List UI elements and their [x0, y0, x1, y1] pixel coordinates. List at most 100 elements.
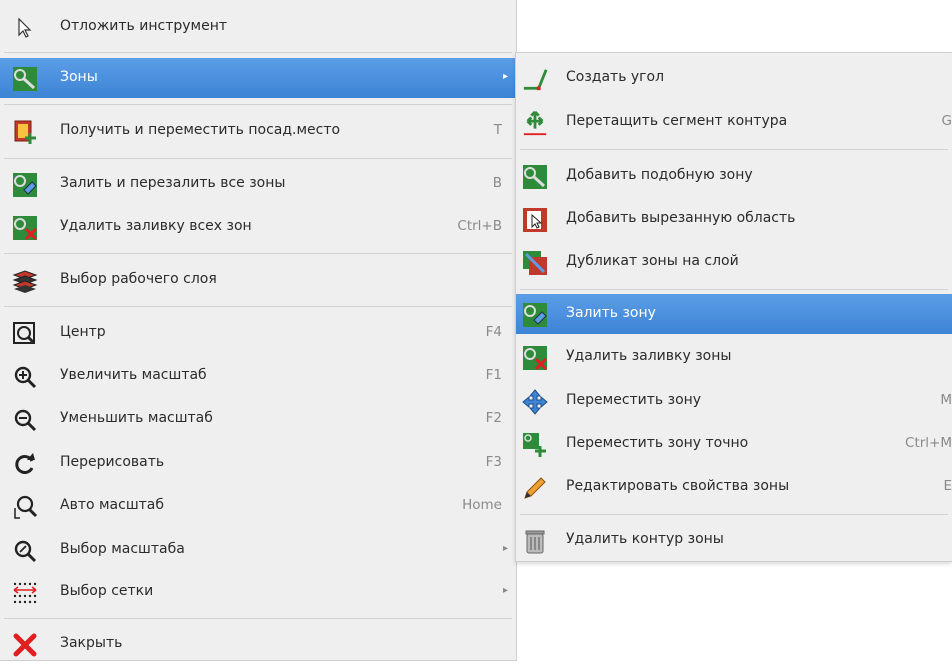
menu-item-label: Редактировать свойства зоны	[566, 478, 790, 494]
separator	[4, 104, 512, 105]
menu-item-label: Перерисовать	[60, 454, 165, 470]
menu-item-label: Создать угол	[566, 69, 665, 85]
shortcut: F3	[485, 454, 502, 470]
shortcut: E	[943, 478, 952, 494]
zone-icon	[12, 66, 38, 92]
menu-item-select-layer[interactable]: Выбор рабочего слоя	[0, 260, 516, 300]
move-icon	[522, 389, 548, 415]
shortcut: Home	[462, 497, 502, 513]
separator	[520, 289, 948, 290]
menu-item-zones[interactable]: Зоны ▸	[0, 58, 516, 98]
menu-item-move-zone[interactable]: Переместить зону M	[516, 381, 952, 421]
menu-item-delete-zone-outline[interactable]: Удалить контур зоны	[516, 520, 952, 560]
shortcut: F2	[485, 410, 502, 426]
menu-item-fill-zone[interactable]: Залить зону	[516, 294, 952, 334]
menu-item-zoom-auto[interactable]: Авто масштаб Home	[0, 486, 516, 526]
zoom-center-icon	[12, 321, 38, 347]
menu-item-grid-select[interactable]: Выбор сетки ▸	[0, 572, 516, 612]
menu-item-label: Залить зону	[566, 305, 656, 321]
menu-item-label: Переместить зону точно	[566, 435, 749, 451]
menu-item-close[interactable]: Закрыть	[0, 624, 516, 664]
context-menu: Отложить инструмент Зоны ▸ Получить и пе…	[0, 0, 517, 661]
menu-item-label: Выбор рабочего слоя	[60, 271, 217, 287]
shortcut: F1	[485, 367, 502, 383]
menu-item-fill-all-zones[interactable]: Залить и перезалить все зоны B	[0, 164, 516, 204]
zoom-out-icon	[12, 407, 38, 433]
separator	[4, 253, 512, 254]
separator	[4, 306, 512, 307]
menu-item-add-similar-zone[interactable]: Добавить подобную зону	[516, 156, 952, 196]
fill-zone-icon	[522, 302, 548, 328]
separator	[520, 149, 948, 150]
menu-item-label: Увеличить масштаб	[60, 367, 207, 383]
menu-item-label: Добавить подобную зону	[566, 167, 753, 183]
menu-item-center[interactable]: Центр F4	[0, 313, 516, 353]
menu-item-drag-segment[interactable]: Перетащить сегмент контура G	[516, 102, 952, 142]
menu-item-label: Зоны	[60, 69, 98, 85]
menu-item-label: Закрыть	[60, 635, 123, 651]
shortcut: Ctrl+M	[905, 435, 952, 451]
zoom-in-icon	[12, 364, 38, 390]
menu-item-zoom-out[interactable]: Уменьшить масштаб F2	[0, 399, 516, 439]
menu-item-edit-zone-properties[interactable]: Редактировать свойства зоны E	[516, 467, 952, 507]
shortcut: B	[492, 175, 502, 191]
menu-item-label: Перетащить сегмент контура	[566, 113, 788, 129]
menu-item-label: Добавить вырезанную область	[566, 210, 796, 226]
menu-item-move-zone-exact[interactable]: Переместить зону точно Ctrl+M	[516, 424, 952, 464]
menu-item-label: Отложить инструмент	[60, 18, 228, 34]
menu-item-label: Уменьшить масштаб	[60, 410, 213, 426]
shortcut: M	[940, 392, 952, 408]
footprint-move-icon	[12, 119, 38, 145]
grid-icon	[12, 580, 38, 606]
shortcut: Ctrl+B	[457, 218, 502, 234]
submenu-arrow-icon: ▸	[502, 543, 508, 554]
menu-item-redraw[interactable]: Перерисовать F3	[0, 443, 516, 483]
create-corner-icon	[522, 66, 548, 92]
zone-unfill-icon	[12, 215, 38, 241]
redraw-icon	[12, 451, 38, 477]
add-cutout-icon	[522, 207, 548, 233]
zone-fill-icon	[12, 172, 38, 198]
layers-icon	[12, 268, 38, 294]
shortcut: T	[493, 122, 502, 138]
close-icon	[12, 632, 38, 658]
menu-item-unfill-all-zones[interactable]: Удалить заливку всех зон Ctrl+B	[0, 207, 516, 247]
shortcut: F4	[485, 324, 502, 340]
menu-item-label: Выбор сетки	[60, 583, 154, 599]
submenu-arrow-icon: ▸	[502, 585, 508, 596]
separator	[4, 618, 512, 619]
separator	[520, 514, 948, 515]
menu-item-label: Удалить заливку всех зон	[60, 218, 252, 234]
submenu-arrow-icon: ▸	[502, 71, 508, 82]
menu-item-label: Удалить заливку зоны	[566, 348, 732, 364]
menu-item-label: Центр	[60, 324, 106, 340]
menu-item-label: Залить и перезалить все зоны	[60, 175, 286, 191]
pencil-icon	[522, 475, 548, 501]
menu-item-label: Дубликат зоны на слой	[566, 253, 739, 269]
menu-item-unfill-zone[interactable]: Удалить заливку зоны	[516, 337, 952, 377]
zoom-select-icon	[12, 538, 38, 564]
shortcut: G	[941, 113, 952, 129]
menu-item-create-corner[interactable]: Создать угол	[516, 58, 952, 98]
menu-item-unselect-tool[interactable]: Отложить инструмент	[0, 7, 516, 47]
unfill-zone-icon	[522, 345, 548, 371]
menu-item-label: Получить и переместить посад.место	[60, 122, 341, 138]
menu-item-label: Авто масштаб	[60, 497, 165, 513]
menu-item-label: Переместить зону	[566, 392, 702, 408]
duplicate-zone-icon	[522, 250, 548, 276]
menu-item-duplicate-zone[interactable]: Дубликат зоны на слой	[516, 242, 952, 282]
move-exact-icon	[522, 432, 548, 458]
drag-segment-icon	[522, 110, 548, 136]
trash-icon	[522, 528, 548, 554]
separator	[4, 158, 512, 159]
menu-item-zoom-in[interactable]: Увеличить масштаб F1	[0, 356, 516, 396]
menu-item-add-cutout[interactable]: Добавить вырезанную область	[516, 199, 952, 239]
menu-item-zoom-select[interactable]: Выбор масштаба ▸	[0, 530, 516, 570]
cursor-arrow-icon	[12, 15, 38, 41]
menu-item-label: Удалить контур зоны	[566, 531, 724, 547]
zones-submenu: Создать угол Перетащить сегмент контура …	[515, 52, 952, 562]
menu-item-get-move-footprint[interactable]: Получить и переместить посад.место T	[0, 111, 516, 151]
zoom-fit-icon	[12, 494, 38, 520]
menu-item-label: Выбор масштаба	[60, 541, 185, 557]
separator	[4, 52, 512, 53]
